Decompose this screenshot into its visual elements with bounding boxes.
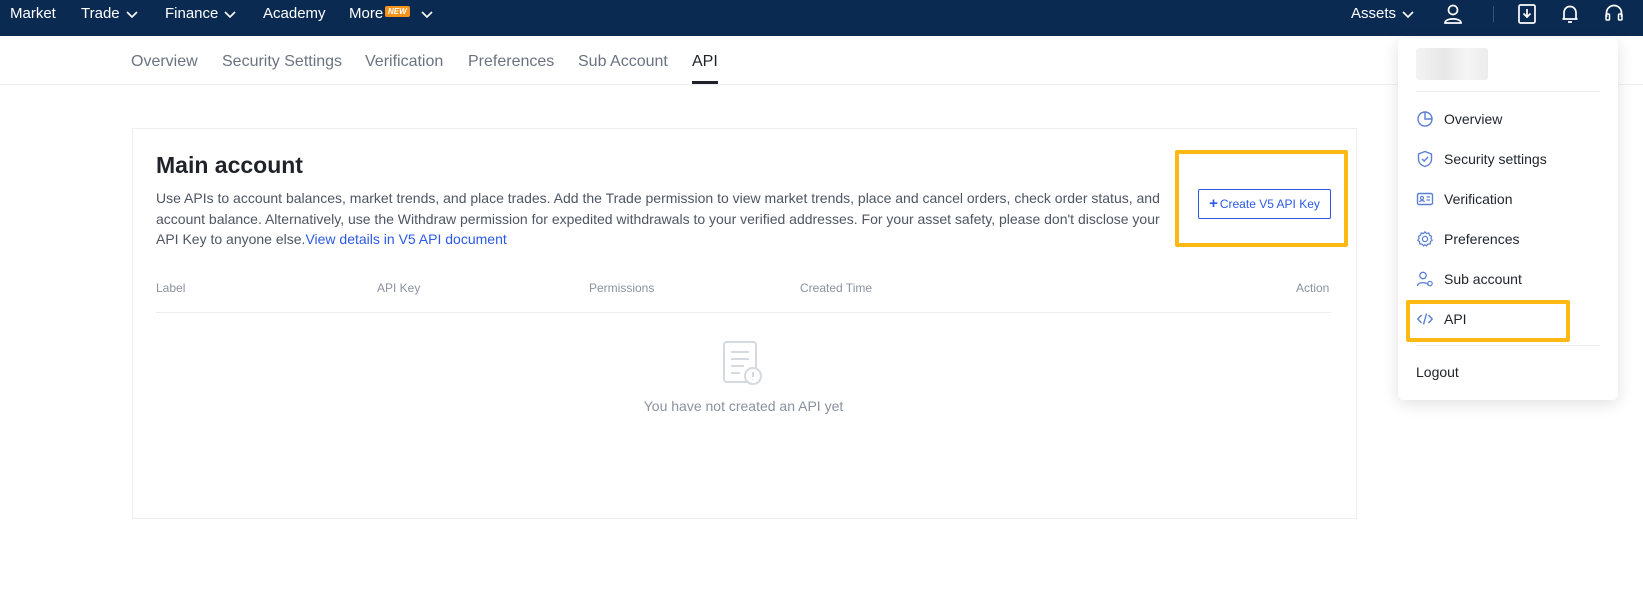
dropdown-item-label: API: [1444, 311, 1467, 327]
nav-trade-label: Trade: [81, 5, 120, 22]
nav-academy[interactable]: Academy: [263, 0, 326, 36]
tab-verification[interactable]: Verification: [365, 52, 443, 72]
headset-icon[interactable]: [1602, 2, 1626, 26]
chevron-down-icon: [1402, 11, 1414, 19]
table-divider: [156, 312, 1331, 313]
nav-market-label: Market: [10, 5, 56, 22]
dropdown-item-label: Verification: [1444, 191, 1513, 207]
nav-market[interactable]: Market: [10, 0, 56, 36]
avatar: [1416, 48, 1488, 80]
user-icon[interactable]: [1441, 2, 1465, 26]
bell-icon[interactable]: [1558, 2, 1582, 26]
column-header-label: Label: [156, 281, 186, 295]
new-badge: NEW: [385, 6, 410, 17]
dropdown-divider: [1416, 91, 1600, 92]
nav-finance-label: Finance: [165, 5, 219, 22]
column-header-api-key: API Key: [377, 281, 421, 295]
nav-assets[interactable]: Assets: [1351, 0, 1416, 36]
column-header-created-time: Created Time: [800, 281, 873, 295]
users-icon: [1416, 271, 1433, 287]
column-header-action: Action: [1296, 281, 1330, 295]
api-description: Use APIs to account balances, market tre…: [156, 188, 1166, 250]
tab-overview[interactable]: Overview: [131, 52, 198, 72]
dropdown-item-sub-account[interactable]: Sub account: [1416, 268, 1522, 290]
tab-api[interactable]: API: [692, 52, 718, 72]
dropdown-item-label: Preferences: [1444, 231, 1520, 247]
empty-state-text: You have not created an API yet: [643, 398, 844, 414]
download-icon[interactable]: [1515, 2, 1539, 26]
dropdown-item-label: Sub account: [1444, 271, 1522, 287]
tab-sub-account[interactable]: Sub Account: [578, 52, 668, 72]
nav-assets-label: Assets: [1351, 5, 1397, 22]
column-header-permissions: Permissions: [589, 281, 655, 295]
dropdown-item-label: Overview: [1444, 111, 1503, 127]
dropdown-item-security-settings[interactable]: Security settings: [1416, 148, 1547, 170]
main-account-card: [132, 128, 1357, 519]
create-api-key-label: Create V5 API Key: [1219, 197, 1320, 211]
create-api-key-button[interactable]: + Create V5 API Key: [1198, 189, 1331, 219]
logout-label: Logout: [1416, 364, 1459, 380]
dropdown-item-preferences[interactable]: Preferences: [1416, 228, 1519, 250]
dropdown-item-verification[interactable]: Verification: [1416, 188, 1512, 210]
tab-preferences[interactable]: Preferences: [468, 52, 554, 72]
code-icon: [1416, 313, 1434, 325]
top-navigation-bar: Market Trade Finance Academy More NEW As…: [0, 0, 1643, 36]
nav-divider: [1493, 6, 1494, 22]
nav-finance[interactable]: Finance: [165, 0, 238, 36]
plus-icon: +: [1209, 195, 1218, 212]
active-tab-indicator: [692, 81, 718, 84]
empty-document-icon: [723, 341, 762, 385]
chevron-down-icon: [224, 11, 236, 19]
nav-academy-label: Academy: [263, 5, 326, 22]
logout-button[interactable]: Logout: [1416, 361, 1459, 383]
chevron-down-icon: [421, 11, 433, 19]
dropdown-item-overview[interactable]: Overview: [1416, 108, 1502, 130]
api-doc-link[interactable]: View details in V5 API document: [305, 231, 506, 247]
id-card-icon: [1416, 192, 1434, 206]
dropdown-item-label: Security settings: [1444, 151, 1547, 167]
dropdown-divider: [1416, 345, 1600, 346]
nav-trade[interactable]: Trade: [81, 0, 140, 36]
page-title: Main account: [156, 152, 303, 178]
nav-more-label: More: [349, 5, 384, 22]
dropdown-item-api[interactable]: API: [1416, 308, 1467, 330]
chevron-down-icon: [126, 11, 138, 19]
gear-icon: [1416, 230, 1434, 247]
shield-icon: [1417, 150, 1433, 168]
tab-security-settings[interactable]: Security Settings: [222, 52, 342, 72]
pie-chart-icon: [1417, 111, 1433, 127]
